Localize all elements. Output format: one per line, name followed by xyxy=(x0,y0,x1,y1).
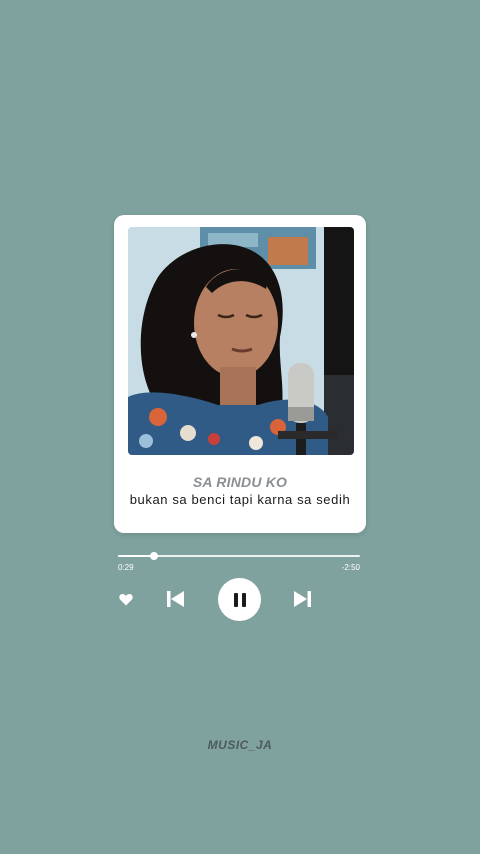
progress-fill xyxy=(118,555,155,557)
progress-knob[interactable] xyxy=(150,552,159,560)
previous-button[interactable] xyxy=(165,588,187,610)
skip-next-icon xyxy=(294,591,311,607)
lyric-line: bukan sa benci tapi karna sa sedih xyxy=(129,492,351,507)
now-playing-card: SA RINDU KO bukan sa benci tapi karna sa… xyxy=(114,215,366,533)
pause-icon xyxy=(233,592,246,607)
pause-button[interactable] xyxy=(218,578,261,621)
album-art-image xyxy=(128,227,354,455)
album-cover xyxy=(128,227,354,455)
song-title: SA RINDU KO xyxy=(192,474,288,490)
elapsed-time: 0:29 xyxy=(118,563,134,572)
skip-previous-icon xyxy=(167,591,184,607)
next-button[interactable] xyxy=(291,588,313,610)
like-button[interactable] xyxy=(117,590,135,608)
heart-icon xyxy=(119,593,133,605)
progress-bar[interactable] xyxy=(118,552,360,560)
remaining-time: -2:50 xyxy=(341,563,360,572)
brand-watermark: MUSIC_JA xyxy=(207,738,273,752)
